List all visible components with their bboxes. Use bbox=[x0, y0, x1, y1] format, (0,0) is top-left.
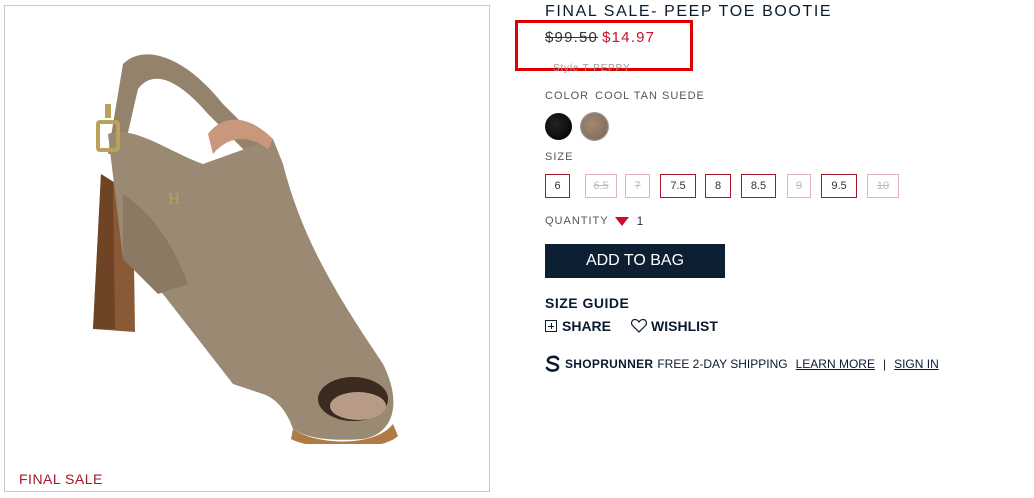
size-option-8-5[interactable]: 8.5 bbox=[741, 174, 776, 198]
caret-down-icon[interactable] bbox=[614, 216, 629, 226]
shoprunner-row: SHOPRUNNER FREE 2-DAY SHIPPING LEARN MOR… bbox=[545, 355, 939, 373]
plus-box-icon[interactable] bbox=[545, 320, 557, 332]
quantity-selector[interactable]: QUANTITY 1 bbox=[545, 214, 644, 228]
size-option-10[interactable]: 10 bbox=[867, 174, 899, 198]
share-link[interactable]: SHARE bbox=[562, 318, 611, 334]
size-option-6-5[interactable]: 6.5 bbox=[585, 174, 617, 198]
size-option-9[interactable]: 9 bbox=[787, 174, 811, 198]
link-separator: | bbox=[882, 357, 887, 371]
quantity-value[interactable]: 1 bbox=[637, 214, 645, 228]
add-to-bag-button[interactable]: ADD TO BAG bbox=[545, 244, 725, 278]
shoprunner-shipping-text: FREE 2-DAY SHIPPING bbox=[657, 357, 788, 371]
size-option-6[interactable]: 6 bbox=[545, 174, 570, 198]
learn-more-link[interactable]: LEARN MORE bbox=[796, 357, 875, 371]
size-label: SIZE bbox=[545, 151, 574, 163]
quantity-label: QUANTITY bbox=[545, 215, 609, 227]
shoprunner-brand: SHOPRUNNER bbox=[565, 357, 654, 371]
wishlist-link[interactable]: WISHLIST bbox=[651, 318, 718, 334]
color-swatch-black[interactable] bbox=[545, 113, 572, 140]
final-sale-tag: FINAL SALE bbox=[19, 471, 103, 487]
color-value: COOL TAN SUEDE bbox=[595, 90, 705, 102]
product-title: FINAL SALE- PEEP TOE BOOTIE bbox=[545, 3, 833, 20]
color-label: COLOR bbox=[545, 90, 590, 102]
sign-in-link[interactable]: SIGN IN bbox=[894, 357, 939, 371]
shoprunner-logo-icon bbox=[545, 355, 560, 372]
size-option-9-5[interactable]: 9.5 bbox=[821, 174, 857, 198]
svg-text:H: H bbox=[168, 192, 180, 208]
product-image-panel[interactable]: H FINAL SALE bbox=[4, 5, 490, 492]
size-option-8[interactable]: 8 bbox=[705, 174, 731, 198]
color-row: COLOR COOL TAN SUEDE bbox=[545, 90, 705, 102]
size-guide-link[interactable]: SIZE GUIDE bbox=[545, 295, 629, 311]
share-wishlist-row: SHARE WISHLIST bbox=[545, 318, 718, 334]
product-image[interactable]: H bbox=[63, 44, 413, 444]
color-swatch-cool-tan[interactable] bbox=[581, 113, 608, 140]
heart-icon[interactable] bbox=[631, 319, 647, 333]
size-option-7[interactable]: 7 bbox=[625, 174, 650, 198]
size-option-7-5[interactable]: 7.5 bbox=[660, 174, 696, 198]
style-number: Style T-PEPPY bbox=[553, 63, 631, 74]
